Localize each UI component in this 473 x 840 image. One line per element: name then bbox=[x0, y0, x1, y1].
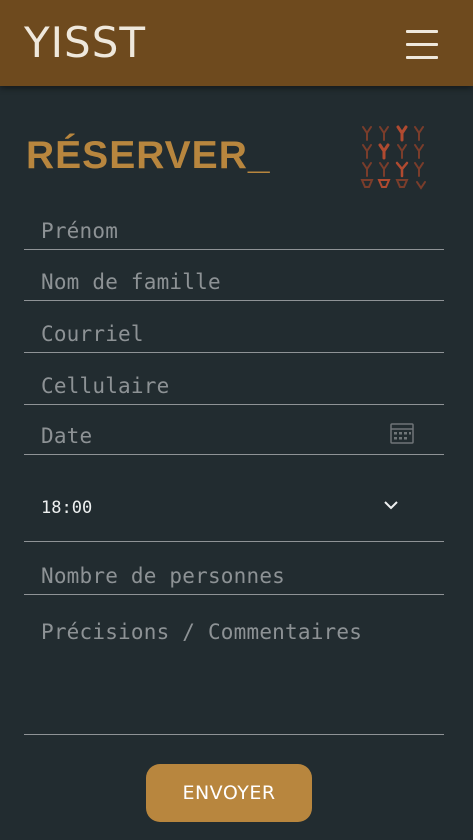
last-name-input[interactable] bbox=[24, 264, 444, 300]
phone-field[interactable] bbox=[24, 367, 444, 405]
date-input[interactable] bbox=[24, 418, 444, 454]
comments-field[interactable] bbox=[24, 614, 444, 735]
chevron-down-icon bbox=[384, 501, 398, 510]
page-title: RÉSERVER_ bbox=[26, 134, 271, 177]
hamburger-menu-icon[interactable] bbox=[404, 28, 440, 62]
top-header: YISST bbox=[0, 0, 473, 86]
submit-button[interactable]: ENVOYER bbox=[146, 764, 312, 822]
calendar-icon[interactable] bbox=[390, 421, 414, 445]
glasses-pattern-icon bbox=[360, 125, 426, 190]
email-field[interactable] bbox=[24, 315, 444, 353]
first-name-input[interactable] bbox=[24, 212, 444, 249]
date-field[interactable] bbox=[24, 418, 444, 455]
comments-textarea[interactable] bbox=[24, 614, 444, 734]
phone-input[interactable] bbox=[24, 367, 444, 404]
email-input[interactable] bbox=[24, 315, 444, 352]
guests-input[interactable] bbox=[24, 557, 444, 594]
time-select-value: 18:00 bbox=[41, 498, 93, 518]
logo[interactable]: YISST bbox=[24, 16, 146, 70]
last-name-field[interactable] bbox=[24, 264, 444, 301]
time-select[interactable]: 18:00 bbox=[24, 470, 444, 542]
first-name-field[interactable] bbox=[24, 212, 444, 250]
guests-field[interactable] bbox=[24, 557, 444, 595]
